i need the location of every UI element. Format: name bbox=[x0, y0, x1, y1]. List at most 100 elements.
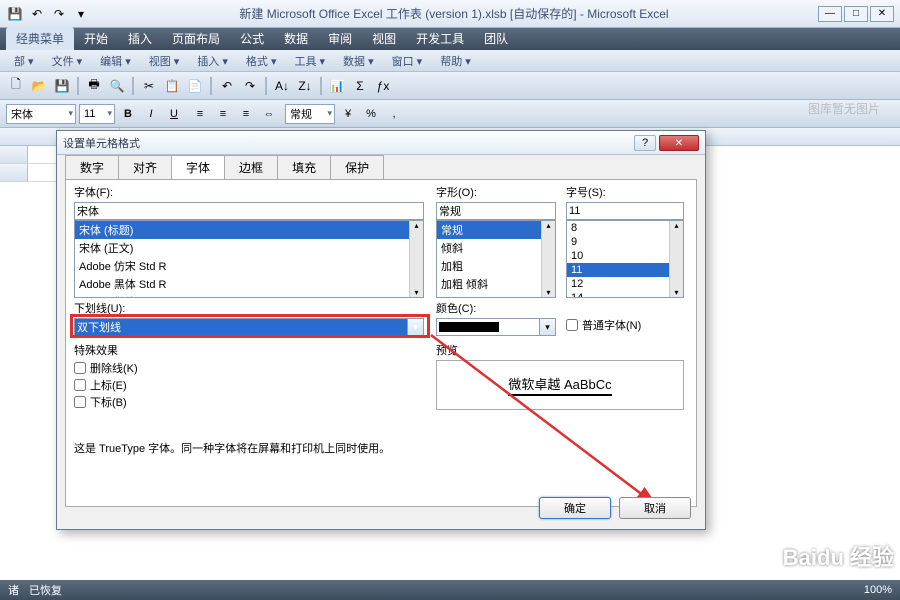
tab-review[interactable]: 审阅 bbox=[318, 27, 362, 50]
sort-asc-icon[interactable]: A↓ bbox=[272, 76, 292, 96]
style-item[interactable]: 倾斜 bbox=[437, 239, 555, 257]
menu-file[interactable]: 文件 ▾ bbox=[44, 51, 91, 71]
open-icon[interactable]: 📂 bbox=[29, 76, 49, 96]
scrollbar[interactable] bbox=[669, 221, 683, 297]
style-item[interactable]: 加粗 bbox=[437, 257, 555, 275]
titlebar: 💾 ↶ ↷ ▾ 新建 Microsoft Office Excel 工作表 (v… bbox=[0, 0, 900, 28]
super-checkbox[interactable]: 上标(E) bbox=[74, 377, 274, 393]
size-item[interactable]: 14 bbox=[567, 291, 683, 298]
preview-icon[interactable]: 🔍 bbox=[107, 76, 127, 96]
new-icon[interactable]: 🗋 bbox=[6, 76, 26, 96]
window-title: 新建 Microsoft Office Excel 工作表 (version 1… bbox=[90, 5, 818, 22]
fontsize-combo[interactable]: 11 bbox=[79, 104, 115, 124]
dlgtab-font[interactable]: 字体 bbox=[171, 155, 225, 179]
font-item[interactable]: 宋体 (标题) bbox=[75, 221, 423, 239]
scrollbar[interactable] bbox=[409, 221, 423, 297]
tab-insert[interactable]: 插入 bbox=[118, 27, 162, 50]
font-item[interactable]: Adobe 黑体 Std R bbox=[75, 275, 423, 293]
dialog-close-button[interactable]: ✕ bbox=[659, 135, 699, 151]
dlgtab-fill[interactable]: 填充 bbox=[277, 155, 331, 179]
align-right-icon[interactable]: ≡ bbox=[236, 104, 256, 124]
font-item[interactable]: 宋体 (正文) bbox=[75, 239, 423, 257]
menu-format[interactable]: 格式 ▾ bbox=[238, 51, 285, 71]
sort-desc-icon[interactable]: Z↓ bbox=[295, 76, 315, 96]
font-combo[interactable]: 宋体 bbox=[6, 104, 76, 124]
strike-checkbox[interactable]: 删除线(K) bbox=[74, 360, 274, 376]
chevron-down-icon[interactable]: ▾ bbox=[539, 319, 555, 335]
highlight-box bbox=[70, 314, 430, 338]
redo-icon[interactable]: ↷ bbox=[240, 76, 260, 96]
dlgtab-protect[interactable]: 保护 bbox=[330, 155, 384, 179]
chart-icon[interactable]: 📊 bbox=[327, 76, 347, 96]
tab-view[interactable]: 视图 bbox=[362, 27, 406, 50]
normalfont-checkbox[interactable]: 普通字体(N) bbox=[566, 317, 641, 333]
align-center-icon[interactable]: ≡ bbox=[213, 104, 233, 124]
color-combo[interactable]: ▾ bbox=[436, 318, 556, 336]
undo-icon[interactable]: ↶ bbox=[217, 76, 237, 96]
cancel-button[interactable]: 取消 bbox=[619, 497, 691, 519]
dlgtab-number[interactable]: 数字 bbox=[65, 155, 119, 179]
tab-data[interactable]: 数据 bbox=[274, 27, 318, 50]
font-input[interactable]: 宋体 bbox=[74, 202, 424, 220]
print-icon[interactable]: 🖶 bbox=[84, 76, 104, 96]
size-item[interactable]: 8 bbox=[567, 221, 683, 235]
maximize-button[interactable]: □ bbox=[844, 6, 868, 22]
size-item[interactable]: 12 bbox=[567, 277, 683, 291]
currency-icon[interactable]: ¥ bbox=[338, 104, 358, 124]
font-item[interactable]: Adobe 楷体 Std R bbox=[75, 293, 423, 298]
merge-icon[interactable]: ⇔ bbox=[259, 104, 279, 124]
dialog-help-button[interactable]: ? bbox=[634, 135, 656, 151]
redo-icon[interactable]: ↷ bbox=[50, 5, 68, 23]
scrollbar[interactable] bbox=[541, 221, 555, 297]
sub-checkbox[interactable]: 下标(B) bbox=[74, 394, 274, 410]
dlgtab-border[interactable]: 边框 bbox=[224, 155, 278, 179]
font-listbox[interactable]: 宋体 (标题) 宋体 (正文) Adobe 仿宋 Std R Adobe 黑体 … bbox=[74, 220, 424, 298]
save-icon[interactable]: 💾 bbox=[6, 5, 24, 23]
numfmt-combo[interactable]: 常规 bbox=[285, 104, 335, 124]
align-left-icon[interactable]: ≡ bbox=[190, 104, 210, 124]
close-button[interactable]: ✕ bbox=[870, 6, 894, 22]
size-item[interactable]: 11 bbox=[567, 263, 683, 277]
size-item[interactable]: 9 bbox=[567, 235, 683, 249]
bold-icon[interactable]: B bbox=[118, 104, 138, 124]
menu-data[interactable]: 数据 ▾ bbox=[335, 51, 382, 71]
size-input[interactable]: 11 bbox=[566, 202, 684, 220]
fx-icon[interactable]: ƒx bbox=[373, 76, 393, 96]
comma-icon[interactable]: , bbox=[384, 104, 404, 124]
cut-icon[interactable]: ✂ bbox=[139, 76, 159, 96]
font-item[interactable]: Adobe 仿宋 Std R bbox=[75, 257, 423, 275]
tab-dev[interactable]: 开发工具 bbox=[406, 27, 474, 50]
menu-all[interactable]: 部 ▾ bbox=[6, 51, 42, 71]
menu-tools[interactable]: 工具 ▾ bbox=[286, 51, 333, 71]
checkbox[interactable] bbox=[566, 319, 578, 331]
menu-window[interactable]: 窗口 ▾ bbox=[384, 51, 431, 71]
tab-formula[interactable]: 公式 bbox=[230, 27, 274, 50]
tab-classic[interactable]: 经典菜单 bbox=[6, 27, 74, 50]
menu-view[interactable]: 视图 ▾ bbox=[141, 51, 188, 71]
tab-home[interactable]: 开始 bbox=[74, 27, 118, 50]
italic-icon[interactable]: I bbox=[141, 104, 161, 124]
menu-edit[interactable]: 编辑 ▾ bbox=[92, 51, 139, 71]
ok-button[interactable]: 确定 bbox=[539, 497, 611, 519]
size-item[interactable]: 10 bbox=[567, 249, 683, 263]
dlgtab-align[interactable]: 对齐 bbox=[118, 155, 172, 179]
tab-layout[interactable]: 页面布局 bbox=[162, 27, 230, 50]
qat-more-icon[interactable]: ▾ bbox=[72, 5, 90, 23]
size-listbox[interactable]: 8 9 10 11 12 14 bbox=[566, 220, 684, 298]
paste-icon[interactable]: 📄 bbox=[185, 76, 205, 96]
menu-insert[interactable]: 插入 ▾ bbox=[189, 51, 236, 71]
tab-team[interactable]: 团队 bbox=[474, 27, 518, 50]
zoom-value[interactable]: 100% bbox=[864, 584, 892, 596]
save-icon[interactable]: 💾 bbox=[52, 76, 72, 96]
percent-icon[interactable]: % bbox=[361, 104, 381, 124]
style-item[interactable]: 常规 bbox=[437, 221, 555, 239]
copy-icon[interactable]: 📋 bbox=[162, 76, 182, 96]
menu-help[interactable]: 帮助 ▾ bbox=[432, 51, 479, 71]
style-listbox[interactable]: 常规 倾斜 加粗 加粗 倾斜 bbox=[436, 220, 556, 298]
style-item[interactable]: 加粗 倾斜 bbox=[437, 275, 555, 293]
autosum-icon[interactable]: Σ bbox=[350, 76, 370, 96]
style-input[interactable]: 常规 bbox=[436, 202, 556, 220]
underline-icon[interactable]: U bbox=[164, 104, 184, 124]
minimize-button[interactable]: — bbox=[818, 6, 842, 22]
undo-icon[interactable]: ↶ bbox=[28, 5, 46, 23]
